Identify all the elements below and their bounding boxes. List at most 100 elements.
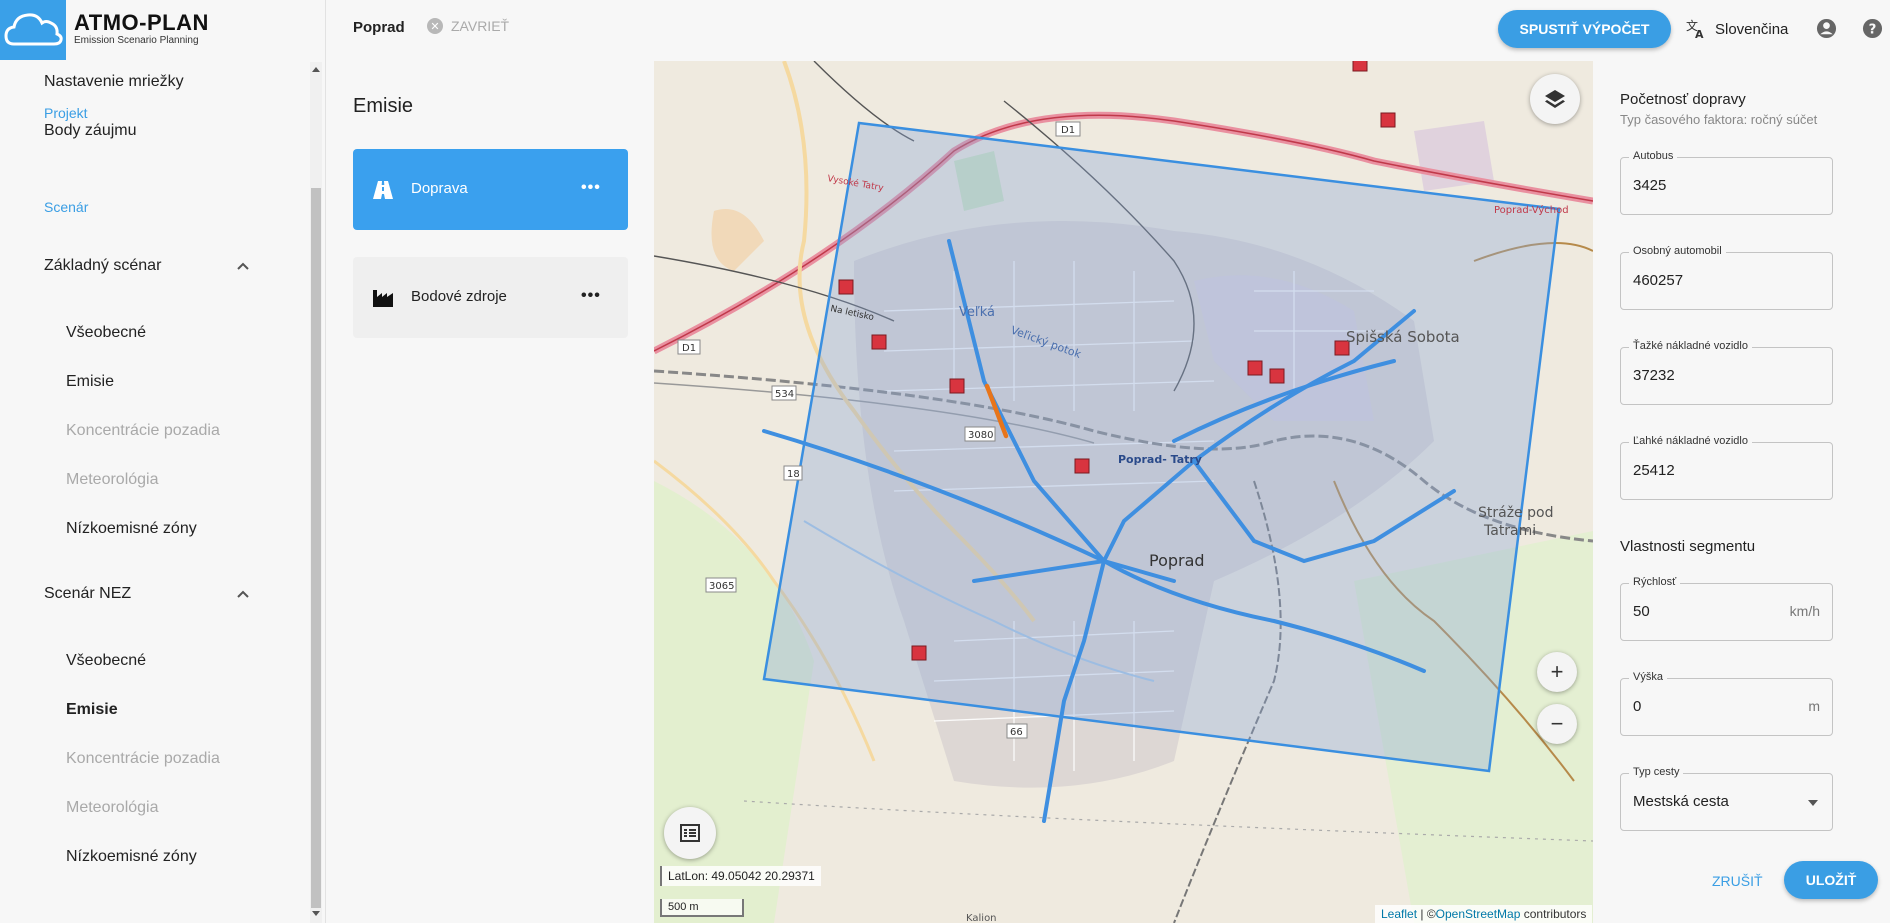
field-label: Typ cesty — [1629, 766, 1684, 778]
scroll-up-arrow-icon[interactable] — [312, 67, 320, 72]
zoom-in-button[interactable]: + — [1537, 652, 1577, 692]
height-field[interactable]: Výška 0 m — [1620, 671, 1833, 736]
factory-icon — [373, 290, 393, 307]
sidebar-item-emissions-active[interactable]: Emisie — [66, 701, 118, 719]
bus-count-field[interactable]: Autobus 3425 — [1620, 150, 1833, 215]
map-label-spisska-sobota: Spišská Sobota — [1346, 328, 1460, 346]
speed-field[interactable]: Rýchlosť 50 km/h — [1620, 576, 1833, 641]
sidebar-item-meteorology[interactable]: Meteorológia — [66, 471, 159, 489]
field-label: Ťažké nákladné vozidlo — [1629, 340, 1752, 352]
sidebar-item-emissions[interactable]: Emisie — [66, 373, 114, 391]
field-label: Ľahké nákladné vozidlo — [1629, 435, 1752, 447]
road-icon — [373, 181, 393, 199]
scroll-down-arrow-icon[interactable] — [312, 911, 320, 916]
field-label: Osobný automobil — [1629, 245, 1726, 257]
save-button[interactable]: ULOŽIŤ — [1784, 861, 1878, 899]
time-factor-type: Typ časového faktora: ročný súčet — [1620, 112, 1818, 127]
sidebar-item-background-concentrations[interactable]: Koncentrácie pozadia — [66, 422, 220, 440]
translate-icon: 文 A — [1686, 18, 1704, 40]
map-label-poprad-tatry: Poprad- Tatry — [1118, 453, 1202, 466]
road-label-534: 534 — [775, 389, 794, 400]
card-label: Doprava — [411, 180, 468, 197]
map-attribution: Leaflet | ©OpenStreetMap contributors — [1375, 905, 1593, 923]
road-label-3080: 3080 — [968, 430, 993, 441]
section-label-scenario: Scenár — [44, 199, 89, 215]
emissions-title: Emisie — [353, 95, 414, 117]
sidebar-item-points-of-interest[interactable]: Body záujmu — [44, 122, 137, 140]
more-options-icon[interactable]: ••• — [581, 287, 601, 305]
card-label: Bodové zdroje — [411, 288, 507, 305]
field-value[interactable]: Mestská cesta — [1633, 793, 1729, 810]
cloud-logo-icon — [0, 0, 66, 60]
latlon-readout: LatLon: 49.05042 20.29371 — [660, 866, 821, 886]
app-title: ATMO-PLAN — [74, 10, 209, 35]
scenario-nez-header[interactable]: Scenár NEZ — [44, 585, 131, 603]
attribution-tail: contributors — [1520, 907, 1587, 921]
scale-bar: 500 m — [660, 899, 744, 917]
field-value[interactable]: 0 — [1633, 698, 1641, 715]
segment-form-panel: Početnosť dopravy Typ časového faktora: … — [1594, 61, 1890, 923]
legend-button[interactable] — [664, 807, 716, 859]
leaflet-link[interactable]: Leaflet — [1381, 907, 1417, 921]
emission-card-traffic[interactable]: Doprava ••• — [353, 149, 628, 230]
help-icon[interactable]: ? — [1862, 18, 1883, 39]
field-value[interactable]: 37232 — [1633, 367, 1675, 384]
car-count-field[interactable]: Osobný automobil 460257 — [1620, 245, 1833, 310]
sidebar-scrollbar[interactable] — [310, 62, 322, 923]
project-tab-title[interactable]: Poprad — [353, 19, 405, 36]
sidebar-item-grid-settings[interactable]: Nastavenie mriežky — [44, 73, 184, 91]
map-label-straze: Stráže pod — [1478, 505, 1553, 521]
sidebar-item-meteorology[interactable]: Meteorológia — [66, 799, 159, 817]
road-label-d1: D1 — [682, 343, 696, 354]
heavy-truck-count-field[interactable]: Ťažké nákladné vozidlo 37232 — [1620, 340, 1833, 405]
language-selector[interactable]: 文 A Slovenčina — [1685, 18, 1788, 40]
emissions-panel: Emisie Doprava ••• Bodové zdroje ••• — [327, 60, 653, 923]
road-type-select[interactable]: Typ cesty Mestská cesta — [1620, 766, 1833, 831]
language-label: Slovenčina — [1715, 20, 1789, 38]
sidebar-item-low-emission-zones[interactable]: Nízkoemisné zóny — [66, 520, 197, 538]
map-label-tatrami: Tatrami — [1483, 523, 1536, 539]
road-label-d1: D1 — [1061, 125, 1075, 136]
field-value[interactable]: 3425 — [1633, 177, 1666, 194]
layers-icon — [1545, 90, 1565, 108]
map-label-poprad-vychod: Poprad-Východ — [1494, 204, 1569, 216]
app-subtitle: Emission Scenario Planning — [74, 35, 199, 46]
sidebar: ATMO-PLAN Emission Scenario Planning Nas… — [0, 0, 326, 923]
scenario-base-header[interactable]: Základný scénar — [44, 257, 161, 275]
sidebar-item-background-concentrations[interactable]: Koncentrácie pozadia — [66, 750, 220, 768]
cancel-button[interactable]: ZRUŠIŤ — [1712, 873, 1763, 889]
svg-text:?: ? — [1869, 22, 1877, 37]
field-label: Výška — [1629, 671, 1667, 683]
section-label-project: Projekt — [44, 105, 88, 121]
field-value[interactable]: 460257 — [1633, 272, 1683, 289]
account-icon[interactable] — [1816, 18, 1837, 39]
close-tab-button[interactable]: ✕ ZAVRIEŤ — [427, 18, 509, 34]
road-label-66: 66 — [1010, 727, 1023, 738]
map-canvas[interactable]: Poprad Poprad- Tatry Spišská Sobota Strá… — [654, 61, 1593, 923]
sidebar-item-general[interactable]: Všeobecné — [66, 324, 146, 342]
map-label-kalion: Kalion — [966, 913, 997, 923]
field-unit: m — [1808, 698, 1820, 714]
field-label: Rýchlosť — [1629, 576, 1681, 588]
svg-text:A: A — [1695, 28, 1704, 40]
field-value[interactable]: 50 — [1633, 603, 1650, 620]
chevron-up-icon[interactable] — [236, 259, 250, 273]
layers-button[interactable] — [1530, 74, 1580, 124]
dropdown-arrow-icon[interactable] — [1808, 800, 1818, 806]
openstreetmap-link[interactable]: OpenStreetMap — [1436, 907, 1521, 921]
zoom-out-button[interactable]: − — [1537, 704, 1577, 744]
sidebar-item-general[interactable]: Všeobecné — [66, 652, 146, 670]
field-label: Autobus — [1629, 150, 1678, 162]
scrollbar-thumb[interactable] — [311, 188, 321, 908]
run-calculation-button[interactable]: SPUSTIŤ VÝPOČET — [1498, 10, 1671, 48]
app-logo: ATMO-PLAN Emission Scenario Planning — [0, 0, 326, 60]
map-label-velka: Veľká — [959, 305, 995, 320]
light-truck-count-field[interactable]: Ľahké nákladné vozidlo 25412 — [1620, 435, 1833, 500]
sidebar-item-low-emission-zones[interactable]: Nízkoemisné zóny — [66, 848, 197, 866]
emission-card-point-sources[interactable]: Bodové zdroje ••• — [353, 257, 628, 338]
field-value[interactable]: 25412 — [1633, 462, 1675, 479]
sidebar-nav: Nastavenie mriežky Projekt Body záujmu S… — [0, 62, 326, 923]
more-options-icon[interactable]: ••• — [581, 179, 601, 197]
chevron-up-icon[interactable] — [236, 587, 250, 601]
map-view[interactable]: Poprad Poprad- Tatry Spišská Sobota Strá… — [654, 61, 1593, 923]
